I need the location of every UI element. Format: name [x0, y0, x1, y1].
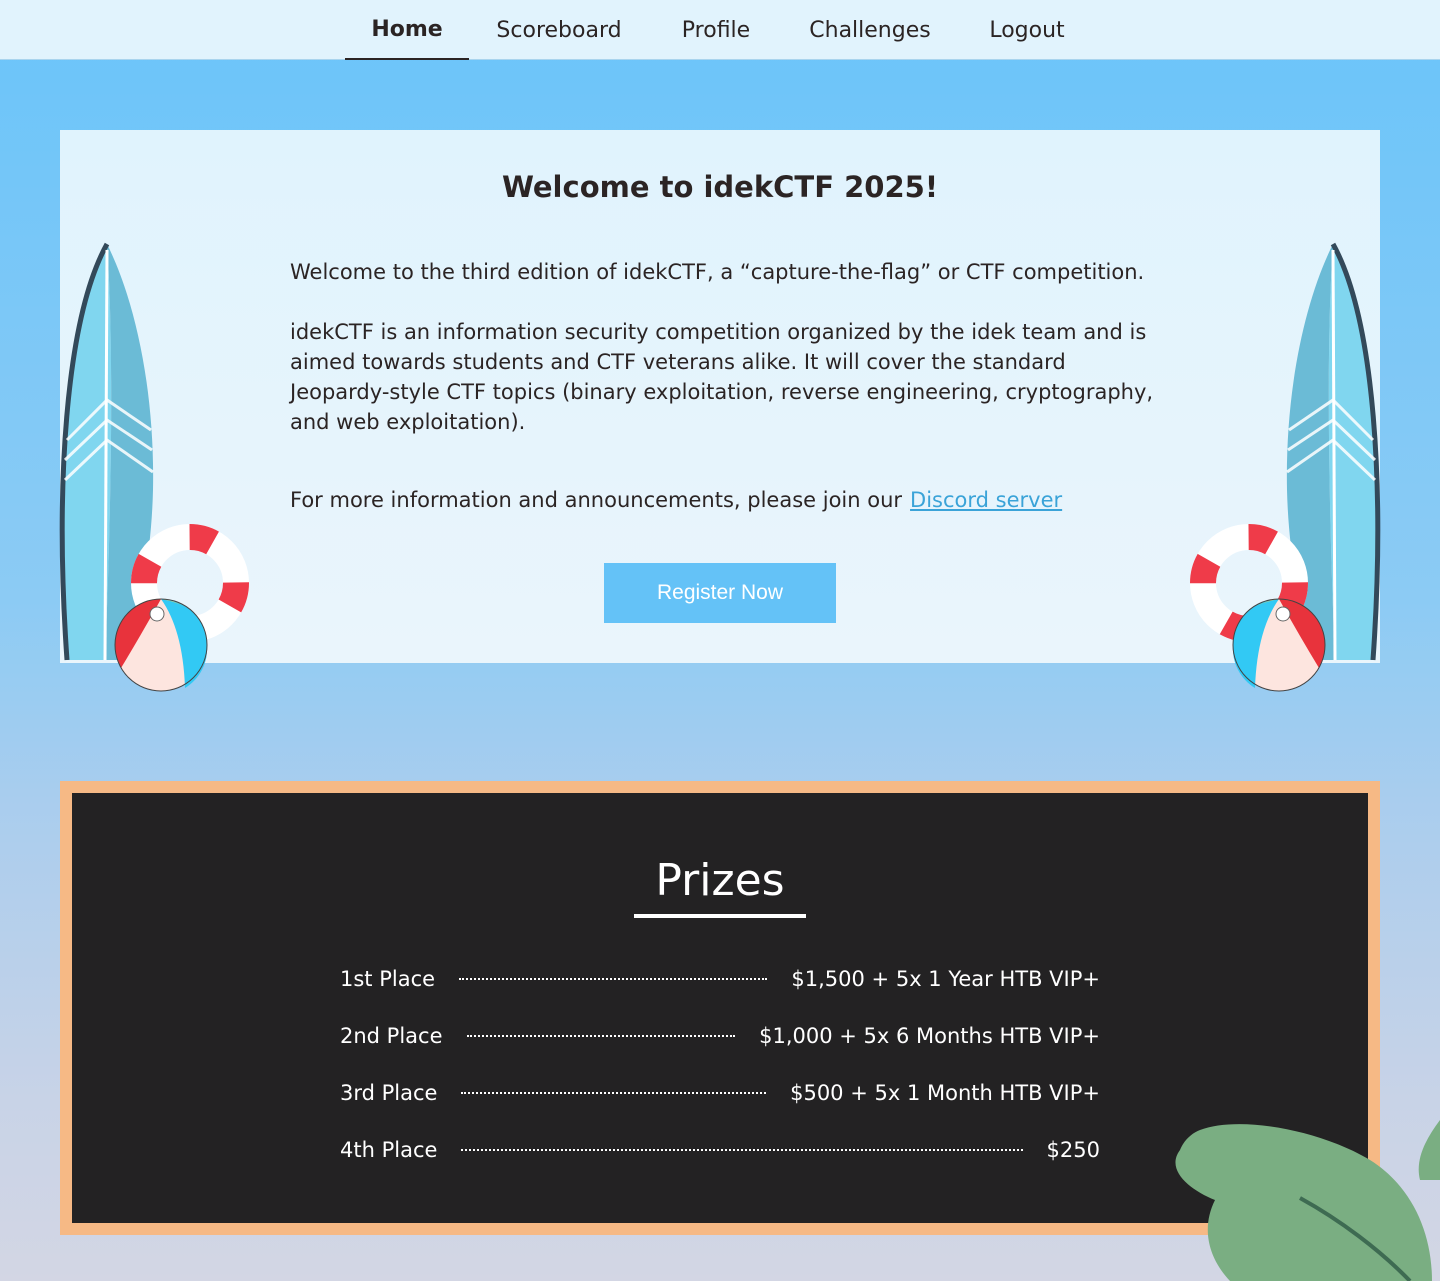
dotted-leader — [459, 978, 768, 980]
nav-scoreboard[interactable]: Scoreboard — [490, 0, 628, 60]
prize-amount: $1,000 + 5x 6 Months HTB VIP+ — [759, 1024, 1100, 1048]
more-info-text: For more information and announcements, … — [290, 485, 1160, 515]
surfboard-left-decoration — [59, 242, 249, 692]
prize-row: 2nd Place $1,000 + 5x 6 Months HTB VIP+ — [340, 1021, 1100, 1051]
welcome-description: idekCTF is an information security compe… — [290, 320, 1154, 434]
prize-row: 1st Place $1,500 + 5x 1 Year HTB VIP+ — [340, 964, 1100, 994]
leaf-decoration — [1175, 1120, 1440, 1281]
dotted-leader — [461, 1092, 767, 1094]
nav-profile[interactable]: Profile — [670, 0, 762, 60]
nav-home[interactable]: Home — [345, 0, 469, 60]
welcome-intro: Welcome to the third edition of idekCTF,… — [290, 260, 1145, 284]
dotted-leader — [461, 1149, 1023, 1151]
prize-place: 4th Place — [340, 1138, 438, 1162]
prize-place: 1st Place — [340, 967, 436, 991]
dotted-leader — [466, 1035, 736, 1037]
prize-amount: $1,500 + 5x 1 Year HTB VIP+ — [791, 967, 1100, 991]
prize-amount: $500 + 5x 1 Month HTB VIP+ — [790, 1081, 1100, 1105]
discord-link[interactable]: Discord server — [910, 488, 1062, 512]
welcome-card: Welcome to idekCTF 2025! Welcome to the … — [60, 130, 1380, 663]
surfboard-right-decoration — [1190, 242, 1381, 692]
register-button[interactable]: Register Now — [604, 563, 836, 623]
nav-challenges[interactable]: Challenges — [800, 0, 940, 60]
prizes-title: Prizes — [655, 855, 785, 906]
prize-place: 3rd Place — [340, 1081, 438, 1105]
prize-place: 2nd Place — [340, 1024, 443, 1048]
top-nav: Home Scoreboard Profile Challenges Logou… — [0, 0, 1440, 60]
prize-amount: $250 — [1046, 1138, 1100, 1162]
prizes-title-underline — [634, 914, 806, 918]
nav-logout[interactable]: Logout — [980, 0, 1074, 60]
prize-row: 4th Place $250 — [340, 1135, 1100, 1165]
prize-row: 3rd Place $500 + 5x 1 Month HTB VIP+ — [340, 1078, 1100, 1108]
welcome-title: Welcome to idekCTF 2025! — [501, 170, 939, 204]
more-info-label: For more information and announcements, … — [290, 488, 903, 512]
